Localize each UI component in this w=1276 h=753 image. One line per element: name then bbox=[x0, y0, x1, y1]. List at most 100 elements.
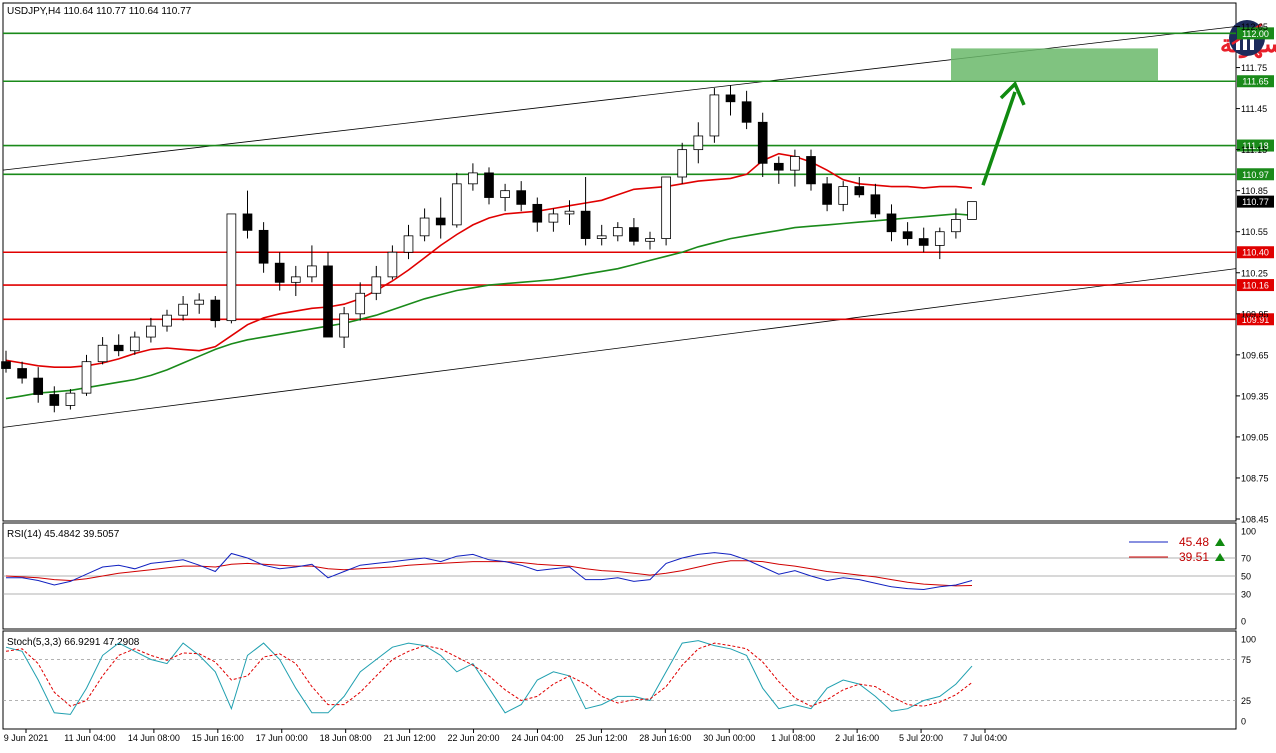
stoch-tick-label: 25 bbox=[1241, 696, 1251, 706]
candle-body bbox=[645, 238, 655, 242]
candle bbox=[725, 85, 736, 116]
candle-body bbox=[693, 135, 704, 151]
candle bbox=[290, 265, 301, 297]
candle-body bbox=[790, 156, 800, 171]
candle-body bbox=[741, 101, 752, 123]
price-tick-label: 110.85 bbox=[1241, 186, 1268, 196]
candle-body bbox=[178, 303, 188, 316]
candle bbox=[934, 227, 945, 260]
candle-body bbox=[146, 325, 156, 338]
candle bbox=[451, 172, 462, 228]
candle bbox=[693, 122, 704, 164]
level-price-label-5: 110.16 bbox=[1242, 281, 1269, 291]
candle-body bbox=[548, 213, 559, 223]
candle bbox=[564, 200, 575, 225]
candle bbox=[596, 224, 607, 246]
candle bbox=[339, 306, 349, 348]
price-tick-label: 109.65 bbox=[1241, 350, 1269, 360]
candle bbox=[242, 190, 253, 239]
rsi-tick-label: 0 bbox=[1241, 617, 1246, 627]
stoch-tick-label: 75 bbox=[1241, 655, 1251, 665]
candle-body bbox=[290, 276, 301, 283]
candle-body bbox=[773, 162, 784, 171]
stoch-pane-frame bbox=[2, 630, 1237, 730]
candle bbox=[500, 183, 510, 212]
candle bbox=[355, 282, 366, 321]
candle-body bbox=[532, 203, 543, 223]
candle-body bbox=[162, 314, 172, 327]
price-tick-label: 110.25 bbox=[1241, 268, 1268, 278]
candle bbox=[33, 367, 44, 403]
candle bbox=[178, 296, 188, 321]
time-tick-label: 18 Jun 08:00 bbox=[320, 733, 372, 743]
rsi-legend-up-icon-1 bbox=[1215, 553, 1225, 561]
candle bbox=[258, 222, 269, 273]
candle-body bbox=[564, 210, 575, 215]
candle bbox=[81, 354, 92, 396]
moving-average-slow-line bbox=[5, 213, 973, 400]
rsi-tick-label: 70 bbox=[1241, 554, 1251, 564]
chart-canvas[interactable]: USDJPY,H4 110.64 110.77 110.64 110.77 RS… bbox=[0, 0, 1276, 748]
candle bbox=[854, 177, 865, 198]
rsi-tick-label: 100 bbox=[1241, 527, 1256, 537]
candle bbox=[129, 331, 140, 355]
candle bbox=[387, 245, 398, 280]
candle-body bbox=[967, 201, 977, 220]
level-price-label-1: 111.65 bbox=[1242, 77, 1268, 87]
level-price-label-4: 110.40 bbox=[1242, 248, 1269, 258]
time-tick-label: 28 Jun 16:00 bbox=[639, 733, 691, 743]
candle bbox=[17, 361, 27, 384]
candle-body bbox=[17, 368, 27, 379]
candle-body bbox=[81, 361, 92, 394]
time-tick-label: 2 Jul 16:00 bbox=[835, 733, 879, 743]
candle-body bbox=[451, 183, 462, 226]
price-tick-label: 111.45 bbox=[1241, 104, 1267, 114]
time-tick-label: 24 Jun 04:00 bbox=[511, 733, 563, 743]
candle bbox=[65, 389, 76, 410]
candle-body bbox=[806, 156, 816, 185]
stoch-main-line bbox=[5, 640, 973, 715]
time-tick-label: 14 Jun 08:00 bbox=[128, 733, 180, 743]
price-tick-label: 112.05 bbox=[1241, 22, 1268, 32]
candle-body bbox=[65, 392, 76, 406]
candle-body bbox=[580, 210, 591, 239]
candle bbox=[419, 208, 430, 242]
candle bbox=[629, 218, 639, 246]
candle bbox=[612, 222, 623, 242]
candle bbox=[210, 296, 221, 328]
candle bbox=[484, 167, 494, 205]
candle bbox=[741, 90, 752, 130]
candle-body bbox=[500, 190, 510, 198]
price-tick-label: 108.45 bbox=[1241, 515, 1269, 525]
price-tick-label: 111.15 bbox=[1241, 145, 1267, 155]
candle-body bbox=[709, 94, 720, 137]
candle bbox=[307, 245, 317, 283]
candle bbox=[146, 317, 156, 343]
time-tick-label: 5 Jul 20:00 bbox=[899, 733, 943, 743]
time-tick-label: 21 Jun 12:00 bbox=[384, 733, 436, 743]
candle bbox=[757, 112, 768, 177]
price-tick-label: 110.55 bbox=[1241, 227, 1268, 237]
current-price-label: 110.77 bbox=[1242, 197, 1269, 207]
candle-body bbox=[516, 190, 527, 205]
symbol-info: USDJPY,H4 110.64 110.77 110.64 110.77 bbox=[7, 6, 192, 17]
stoch-title: Stoch(5,3,3) 66.9291 47.2908 bbox=[7, 637, 140, 648]
price-tick-label: 111.75 bbox=[1241, 63, 1267, 73]
price-tick-label: 108.75 bbox=[1241, 473, 1269, 483]
time-tick-label: 15 Jun 16:00 bbox=[192, 733, 244, 743]
candle-body bbox=[258, 229, 269, 264]
time-tick-label: 7 Jul 04:00 bbox=[963, 733, 1007, 743]
channel-upper-line bbox=[2, 26, 1237, 171]
candle bbox=[580, 177, 591, 246]
time-tick-label: 9 Jun 2021 bbox=[4, 733, 49, 743]
trading-chart-screen: USDJPY,H4 110.64 110.77 110.64 110.77 RS… bbox=[0, 0, 1276, 748]
candle bbox=[371, 265, 382, 301]
candle-body bbox=[129, 336, 140, 352]
candle bbox=[323, 252, 333, 338]
candle-body bbox=[902, 231, 913, 239]
candle bbox=[838, 181, 849, 212]
candle bbox=[967, 201, 977, 220]
candle-body bbox=[210, 299, 221, 322]
candle-body bbox=[307, 265, 317, 278]
candle-body bbox=[97, 344, 108, 363]
